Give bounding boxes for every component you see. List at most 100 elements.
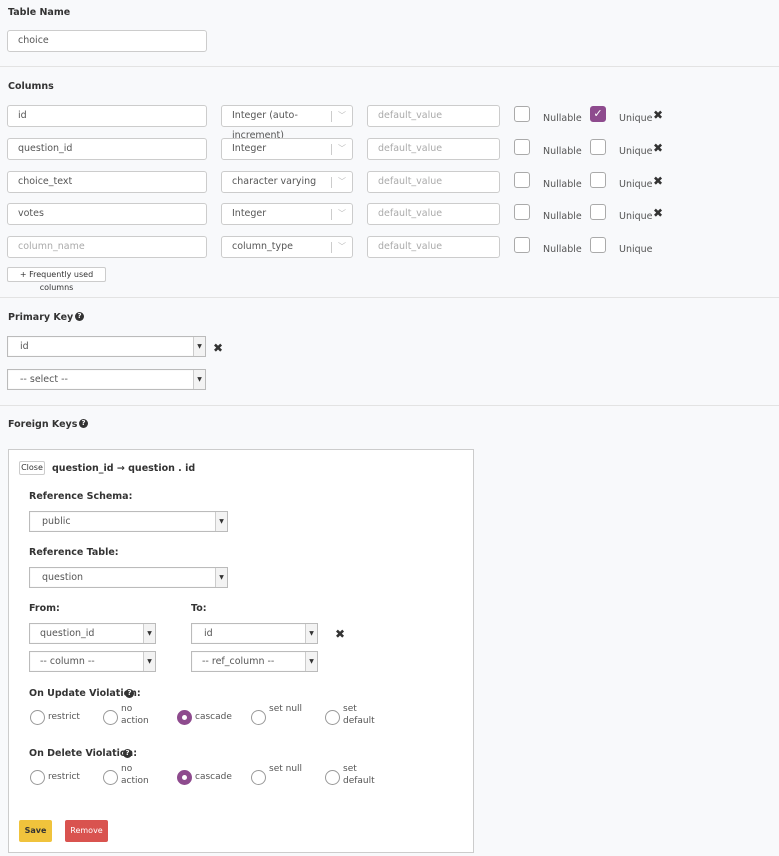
foreign-key-panel: Close question_id → question . id Refere… bbox=[8, 449, 474, 853]
remove-primary-key-icon[interactable]: ✖ bbox=[213, 341, 223, 355]
default-value-input[interactable]: default_value bbox=[367, 171, 500, 193]
column-type-select[interactable]: Integer ﹀ bbox=[221, 138, 353, 160]
column-name-input[interactable]: id bbox=[7, 105, 207, 127]
ref-table-select[interactable]: question ▼ bbox=[29, 567, 228, 588]
nullable-label: Nullable bbox=[543, 211, 582, 222]
on_delete-option-label: no action bbox=[121, 764, 149, 786]
on_delete-radio-restrict[interactable] bbox=[30, 770, 45, 785]
from-column-add-select[interactable]: -- column -- ▼ bbox=[29, 651, 156, 672]
remove-mapping-icon[interactable]: ✖ bbox=[335, 627, 345, 641]
column-type-select[interactable]: Integer (auto-increment) ﹀ bbox=[221, 105, 353, 141]
to-column-add-select[interactable]: -- ref_column -- ▼ bbox=[191, 651, 318, 672]
unique-label: Unique bbox=[619, 113, 653, 124]
help-icon[interactable]: ? bbox=[75, 312, 84, 321]
divider bbox=[331, 144, 332, 155]
nullable-label: Nullable bbox=[543, 179, 582, 190]
column-type-select[interactable]: column_type ﹀ bbox=[221, 236, 353, 258]
table-name-label: Table Name bbox=[8, 7, 71, 18]
from-column-select[interactable]: question_id ▼ bbox=[29, 623, 156, 644]
foreign-key-title: question_id → question . id bbox=[52, 463, 196, 474]
column-type-value: column_type bbox=[232, 241, 293, 252]
divider bbox=[331, 111, 332, 122]
close-button[interactable]: Close bbox=[19, 461, 45, 475]
on_update-radio-set-null[interactable] bbox=[251, 710, 266, 725]
column-name-input[interactable]: column_name bbox=[7, 236, 207, 258]
caret-down-icon: ▼ bbox=[215, 512, 227, 531]
column-type-value: Integer bbox=[232, 208, 267, 219]
help-icon[interactable]: ? bbox=[125, 689, 134, 698]
nullable-checkbox[interactable] bbox=[514, 106, 530, 122]
on_delete-option-label: set null bbox=[269, 764, 303, 774]
divider bbox=[0, 297, 779, 298]
from-value: question_id bbox=[40, 628, 95, 639]
on_delete-radio-cascade[interactable] bbox=[177, 770, 192, 785]
primary-key-add-select[interactable]: -- select -- ▼ bbox=[7, 369, 206, 390]
on_update-radio-no-action[interactable] bbox=[103, 710, 118, 725]
on_update-radio-set-default[interactable] bbox=[325, 710, 340, 725]
help-icon[interactable]: ? bbox=[79, 419, 88, 428]
on_delete-radio-set-null[interactable] bbox=[251, 770, 266, 785]
on_update-option-label: set null bbox=[269, 704, 303, 714]
column-type-value: Integer bbox=[232, 143, 267, 154]
unique-checkbox[interactable] bbox=[590, 204, 606, 220]
from-label: From: bbox=[29, 603, 60, 614]
caret-down-icon: ▼ bbox=[193, 370, 205, 389]
chevron-down-icon: ﹀ bbox=[338, 177, 346, 186]
ref-schema-value: public bbox=[42, 516, 71, 527]
ref-table-value: question bbox=[42, 572, 84, 583]
nullable-checkbox[interactable] bbox=[514, 172, 530, 188]
unique-label: Unique bbox=[619, 146, 653, 157]
remove-column-icon[interactable]: ✖ bbox=[653, 206, 663, 220]
nullable-checkbox[interactable] bbox=[514, 139, 530, 155]
primary-key-select[interactable]: id ▼ bbox=[7, 336, 206, 357]
default-value-input[interactable]: default_value bbox=[367, 236, 500, 258]
unique-checkbox[interactable] bbox=[590, 139, 606, 155]
default-value-input[interactable]: default_value bbox=[367, 105, 500, 127]
to-column-select[interactable]: id ▼ bbox=[191, 623, 318, 644]
primary-key-label: Primary Key bbox=[8, 312, 74, 323]
on_delete-radio-set-default[interactable] bbox=[325, 770, 340, 785]
save-button[interactable]: Save bbox=[19, 820, 52, 842]
ref-schema-select[interactable]: public ▼ bbox=[29, 511, 228, 532]
columns-label: Columns bbox=[8, 81, 54, 92]
caret-down-icon: ▼ bbox=[215, 568, 227, 587]
on-delete-label: On Delete Violation: bbox=[29, 748, 137, 759]
default-value-input[interactable]: default_value bbox=[367, 203, 500, 225]
help-icon[interactable]: ? bbox=[123, 749, 132, 758]
unique-checkbox[interactable] bbox=[590, 172, 606, 188]
column-name-input[interactable]: choice_text bbox=[7, 171, 207, 193]
divider bbox=[331, 177, 332, 188]
on_update-radio-cascade[interactable] bbox=[177, 710, 192, 725]
remove-column-icon[interactable]: ✖ bbox=[653, 108, 663, 122]
table-name-input[interactable]: choice bbox=[7, 30, 207, 52]
on_delete-radio-no-action[interactable] bbox=[103, 770, 118, 785]
on_delete-option-label: cascade bbox=[195, 772, 232, 782]
primary-key-placeholder: -- select -- bbox=[20, 374, 68, 385]
remove-column-icon[interactable]: ✖ bbox=[653, 141, 663, 155]
caret-down-icon: ▼ bbox=[143, 624, 155, 643]
frequently-used-columns-button[interactable]: + Frequently used columns bbox=[7, 267, 106, 292]
nullable-checkbox[interactable] bbox=[514, 204, 530, 220]
on_update-option-label: restrict bbox=[48, 712, 80, 722]
column-type-value: Integer (auto-increment) bbox=[232, 110, 298, 141]
on_update-option-label: set default bbox=[343, 704, 375, 726]
caret-down-icon: ▼ bbox=[193, 337, 205, 356]
column-type-select[interactable]: Integer ﹀ bbox=[221, 203, 353, 225]
default-value-input[interactable]: default_value bbox=[367, 138, 500, 160]
nullable-checkbox[interactable] bbox=[514, 237, 530, 253]
column-name-input[interactable]: question_id bbox=[7, 138, 207, 160]
unique-checkbox[interactable]: ✓ bbox=[590, 106, 606, 122]
remove-column-icon[interactable]: ✖ bbox=[653, 174, 663, 188]
from-placeholder: -- column -- bbox=[40, 656, 95, 667]
unique-label: Unique bbox=[619, 211, 653, 222]
on_update-radio-restrict[interactable] bbox=[30, 710, 45, 725]
column-type-select[interactable]: character varying ﹀ bbox=[221, 171, 353, 193]
divider bbox=[0, 405, 779, 406]
to-placeholder: -- ref_column -- bbox=[202, 656, 275, 667]
nullable-label: Nullable bbox=[543, 113, 582, 124]
remove-button[interactable]: Remove bbox=[65, 820, 108, 842]
caret-down-icon: ▼ bbox=[143, 652, 155, 671]
chevron-down-icon: ﹀ bbox=[338, 242, 346, 251]
unique-checkbox[interactable] bbox=[590, 237, 606, 253]
column-name-input[interactable]: votes bbox=[7, 203, 207, 225]
